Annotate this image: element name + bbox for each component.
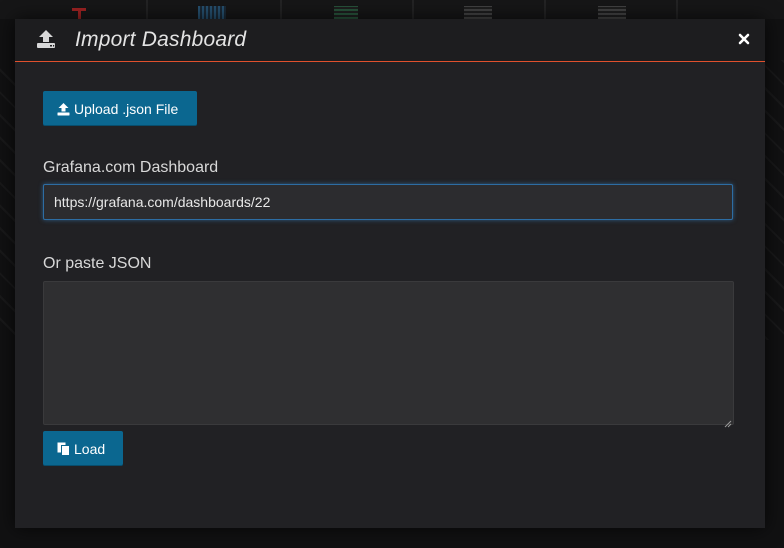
load-button[interactable]: Load [43,431,123,466]
grafana-com-url-input[interactable]: https://grafana.com/dashboards/22 [43,184,733,220]
background-panel-thumbnail [68,6,92,19]
modal-title: Import Dashboard [75,28,247,51]
panel-divider [146,0,148,19]
close-icon[interactable] [737,32,751,46]
upload-json-button[interactable]: Upload .json File [43,91,197,126]
import-dashboard-modal: Import Dashboard Upload .json File Grafa… [15,19,765,528]
upload-json-button-label: Upload .json File [74,100,179,117]
import-icon [35,28,57,50]
copy-icon [57,442,70,456]
panel-divider [676,0,678,19]
background-panel-thumbnail [598,6,626,19]
load-button-label: Load [74,440,106,457]
background-panel-row [0,0,784,19]
background-panel-thumbnail [198,6,226,19]
paste-json-label: Or paste JSON [43,255,152,272]
grafana-com-label: Grafana.com Dashboard [43,159,219,176]
background-panel-thumbnail [334,6,358,19]
upload-icon [57,102,70,116]
background-panel-thumbnail [464,6,492,19]
modal-header: Import Dashboard [15,19,765,62]
panel-divider [544,0,546,19]
paste-json-textarea[interactable] [43,281,734,428]
resize-grip-icon[interactable] [724,415,732,428]
panel-divider [280,0,282,19]
panel-divider [412,0,414,19]
